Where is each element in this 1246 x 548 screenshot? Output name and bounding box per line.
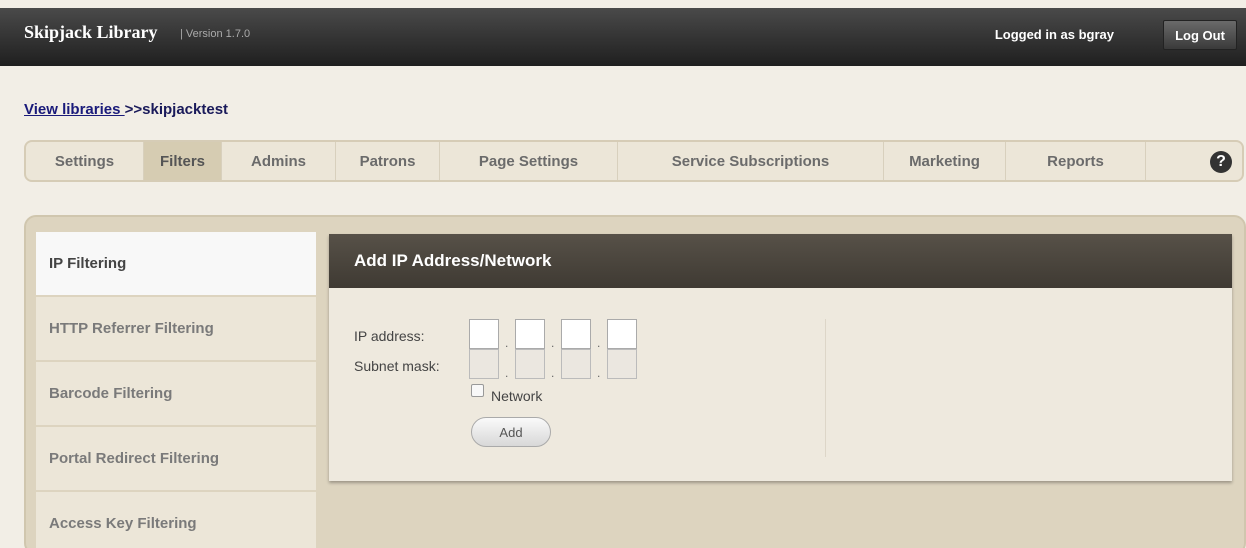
add-ip-panel: Add IP Address/Network IP address: . . .… bbox=[329, 234, 1232, 481]
subnet-octet-3-input[interactable] bbox=[561, 349, 591, 379]
tab-service-subscriptions[interactable]: Service Subscriptions bbox=[618, 142, 884, 180]
ip-dot: . bbox=[551, 336, 555, 350]
subnet-octet-1-input[interactable] bbox=[469, 349, 499, 379]
breadcrumb: View libraries >>skipjacktest bbox=[24, 101, 228, 118]
ip-octet-1-input[interactable] bbox=[469, 319, 499, 349]
sidebar-item-portal-redirect-filtering[interactable]: Portal Redirect Filtering bbox=[36, 427, 316, 491]
sidebar-item-http-referrer-filtering[interactable]: HTTP Referrer Filtering bbox=[36, 297, 316, 361]
subnet-mask-label: Subnet mask: bbox=[354, 358, 440, 374]
subnet-octet-2-input[interactable] bbox=[515, 349, 545, 379]
ip-octet-2-input[interactable] bbox=[515, 319, 545, 349]
logout-button[interactable]: Log Out bbox=[1163, 20, 1237, 50]
ip-address-label: IP address: bbox=[354, 328, 425, 344]
tab-filters[interactable]: Filters bbox=[144, 142, 222, 180]
breadcrumb-current: >>skipjacktest bbox=[124, 101, 229, 118]
subnet-dot: . bbox=[551, 366, 555, 380]
subnet-dot: . bbox=[597, 366, 601, 380]
tab-page-settings[interactable]: Page Settings bbox=[440, 142, 618, 180]
vertical-divider bbox=[825, 319, 826, 457]
network-checkbox[interactable] bbox=[471, 384, 484, 397]
top-bar: Skipjack Library | Version 1.7.0 Logged … bbox=[0, 8, 1246, 66]
subnet-octet-4-input[interactable] bbox=[607, 349, 637, 379]
ip-octet-4-input[interactable] bbox=[607, 319, 637, 349]
ip-octet-3-input[interactable] bbox=[561, 319, 591, 349]
logged-in-label: Logged in as bgray bbox=[994, 27, 1114, 42]
network-label: Network bbox=[491, 388, 543, 404]
help-icon[interactable]: ? bbox=[1210, 151, 1232, 173]
tab-admins[interactable]: Admins bbox=[222, 142, 336, 180]
view-libraries-link[interactable]: View libraries bbox=[24, 101, 125, 118]
add-button[interactable]: Add bbox=[471, 417, 551, 447]
tab-marketing[interactable]: Marketing bbox=[884, 142, 1006, 180]
panel-title: Add IP Address/Network bbox=[329, 234, 1232, 288]
tab-patrons[interactable]: Patrons bbox=[336, 142, 440, 180]
sidebar-item-barcode-filtering[interactable]: Barcode Filtering bbox=[36, 362, 316, 426]
tab-settings[interactable]: Settings bbox=[26, 142, 144, 180]
app-title: Skipjack Library bbox=[24, 22, 158, 42]
ip-dot: . bbox=[505, 336, 509, 350]
main-tabs: Settings Filters Admins Patrons Page Set… bbox=[24, 140, 1244, 182]
subnet-dot: . bbox=[505, 366, 509, 380]
version-label: | Version 1.7.0 bbox=[180, 28, 251, 40]
sidebar-item-ip-filtering[interactable]: IP Filtering bbox=[36, 232, 316, 296]
ip-dot: . bbox=[597, 336, 601, 350]
tab-reports[interactable]: Reports bbox=[1006, 142, 1146, 180]
sidebar-item-access-key-filtering[interactable]: Access Key Filtering bbox=[36, 492, 316, 548]
